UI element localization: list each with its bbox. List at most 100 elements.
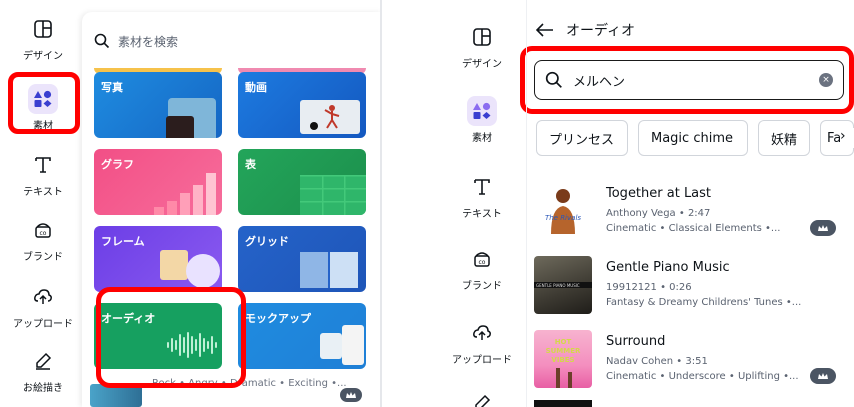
nav-elements[interactable]: 素材 xyxy=(442,96,522,144)
nav-draw[interactable] xyxy=(442,388,522,407)
tile-label: 動画 xyxy=(245,81,267,94)
nav-design[interactable]: デザイン xyxy=(442,22,522,70)
text-icon xyxy=(474,179,490,195)
search-value: メルヘン xyxy=(573,74,626,90)
crown-icon xyxy=(810,220,836,236)
track-tags: Cinematic • Classical Elements •... xyxy=(606,223,781,234)
track-tags: Cinematic • Underscore • Uplifting •... xyxy=(606,371,799,382)
svg-text:co: co xyxy=(40,230,47,237)
track-artist: 19912121 • 0:26 xyxy=(606,282,692,293)
thumb-text: The Rivals xyxy=(545,214,581,222)
panel-header: オーディオ xyxy=(536,20,635,40)
nav-label: テキスト xyxy=(462,209,502,220)
brand-icon: co xyxy=(474,252,490,267)
nav-label: ブランド xyxy=(23,252,63,263)
tile-graphs[interactable]: グラフ xyxy=(94,149,222,215)
tile-tables[interactable]: 表 xyxy=(238,149,366,215)
nav-draw[interactable]: お絵描き xyxy=(4,346,82,394)
tile-label: 表 xyxy=(245,158,256,171)
track-title: Gentle Piano Music xyxy=(606,260,730,275)
album-thumbnail: GENTLE PIANO MUSIC xyxy=(534,256,592,314)
nav-elements[interactable]: 素材 xyxy=(4,84,82,132)
nav-label: デザイン xyxy=(462,59,502,70)
chip-magic-chime[interactable]: Magic chime xyxy=(638,120,748,156)
partial-track-thumb xyxy=(534,400,592,407)
left-screenshot: デザイン 素材 テキスト co ブランド アップロード お絵描き 素材を検索 写… xyxy=(0,0,382,407)
tile-label: グリッド xyxy=(245,235,289,248)
elements-panel: 素材を検索 写真 動画 グラフ 表 フレーム グリッド オーディオ モックアップ xyxy=(82,12,382,407)
tile-mockups[interactable]: モックアップ xyxy=(238,303,366,369)
chip-princess[interactable]: プリンセス xyxy=(536,120,628,156)
album-thumbnail: The Rivals xyxy=(534,182,592,240)
nav-label: 素材 xyxy=(33,121,53,132)
nav-brand[interactable]: co ブランド xyxy=(4,215,82,263)
track-artist: Anthony Vega • 2:47 xyxy=(606,208,711,219)
tile-label: フレーム xyxy=(101,235,145,248)
template-icon xyxy=(34,20,52,38)
list-item[interactable]: HOT SUMMER VIBES Surround Nadav Cohen • … xyxy=(534,328,854,392)
upload-icon xyxy=(473,325,491,340)
track-tags: Fantasy & Dreamy Childrens' Tunes •... xyxy=(606,297,802,308)
brand-icon: co xyxy=(35,223,51,238)
tile-grids[interactable]: グリッド xyxy=(238,226,366,292)
nav-design[interactable]: デザイン xyxy=(4,14,82,62)
tile-label: グラフ xyxy=(101,158,134,171)
search-placeholder: 素材を検索 xyxy=(118,34,179,49)
search-input[interactable]: メルヘン × xyxy=(534,60,844,100)
nav-upload[interactable]: アップロード xyxy=(4,282,82,330)
draw-icon xyxy=(36,352,52,370)
thumb-text: GENTLE PIANO MUSIC xyxy=(536,283,580,288)
list-item[interactable]: GENTLE PIANO MUSIC Gentle Piano Music 19… xyxy=(534,254,854,318)
crown-icon xyxy=(810,368,836,384)
text-icon xyxy=(35,157,51,173)
clear-icon[interactable]: × xyxy=(819,73,833,87)
nav-label: 素材 xyxy=(472,133,492,144)
search-icon xyxy=(545,71,562,88)
nav-upload[interactable]: アップロード xyxy=(442,318,522,366)
tile-photos[interactable]: 写真 xyxy=(94,72,222,138)
svg-text:co: co xyxy=(479,259,486,266)
nav-label: テキスト xyxy=(23,187,63,198)
nav-label: お絵描き xyxy=(23,383,63,394)
nav-label: デザイン xyxy=(23,51,63,62)
draw-icon xyxy=(475,394,491,407)
track-artist: Nadav Cohen • 3:51 xyxy=(606,356,708,367)
search-icon xyxy=(94,33,110,49)
track-title: Together at Last xyxy=(606,186,712,201)
divider xyxy=(526,0,527,407)
right-screenshot: デザイン 素材 テキスト co ブランド アップロード オーディオ メルヘン ×… xyxy=(440,0,854,407)
upload-icon xyxy=(34,289,52,304)
nav-brand[interactable]: co ブランド xyxy=(442,244,522,292)
elements-icon xyxy=(34,90,52,107)
chevron-right-icon[interactable]: › xyxy=(840,128,854,148)
album-thumbnail: HOT SUMMER VIBES xyxy=(534,330,592,388)
tile-frames[interactable]: フレーム xyxy=(94,226,222,292)
template-icon xyxy=(473,28,491,46)
track-title: Surround xyxy=(606,334,666,349)
thumb-text: HOT SUMMER VIBES xyxy=(545,338,581,364)
tile-label: モックアップ xyxy=(245,312,311,325)
search-input[interactable]: 素材を検索 xyxy=(94,26,370,56)
play-icon xyxy=(310,122,318,130)
nav-label: アップロード xyxy=(13,319,73,330)
partial-track-thumb xyxy=(90,384,142,407)
nav-text[interactable]: テキスト xyxy=(4,150,82,198)
back-arrow-icon[interactable] xyxy=(536,23,554,37)
nav-label: アップロード xyxy=(452,355,512,366)
tile-label: 写真 xyxy=(101,81,123,94)
tile-label: オーディオ xyxy=(101,312,156,325)
elements-icon xyxy=(473,102,491,119)
page-title: オーディオ xyxy=(566,23,636,39)
nav-text[interactable]: テキスト xyxy=(442,172,522,220)
track-tags: Rock • Angry • Dramatic • Exciting •... xyxy=(152,378,347,389)
tile-videos[interactable]: 動画 xyxy=(238,72,366,138)
list-item[interactable]: The Rivals Together at Last Anthony Vega… xyxy=(534,180,854,244)
divider xyxy=(380,0,382,407)
filter-icon[interactable]: 絵 xyxy=(850,70,854,90)
dancer-figure xyxy=(324,105,340,129)
waveform-icon xyxy=(167,332,217,358)
tile-audio[interactable]: オーディオ xyxy=(94,303,222,369)
nav-label: ブランド xyxy=(462,281,502,292)
crown-icon xyxy=(340,388,362,402)
chip-fairy[interactable]: 妖精 xyxy=(758,120,810,156)
